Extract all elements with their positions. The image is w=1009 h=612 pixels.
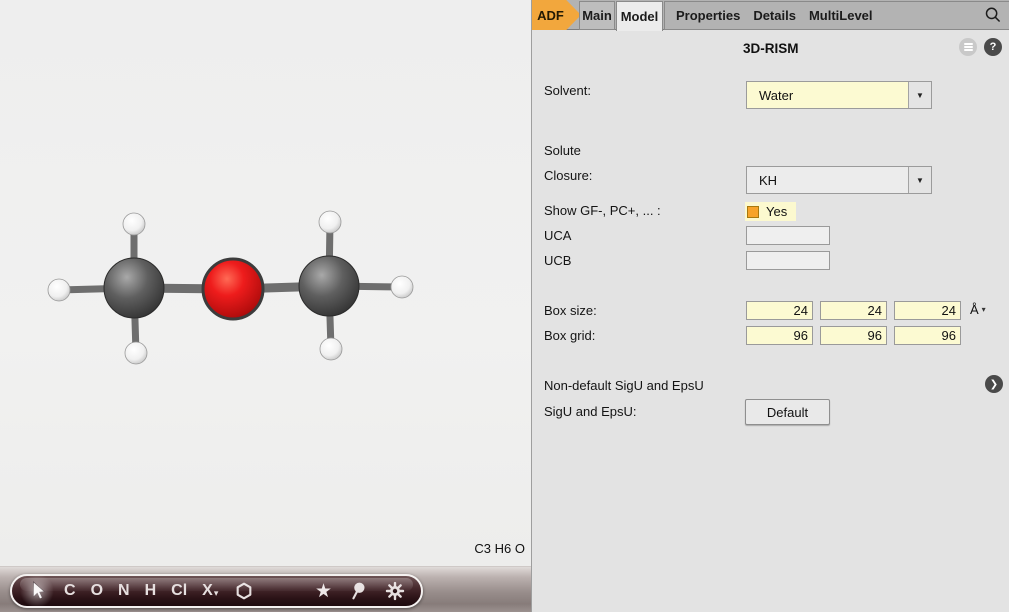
show-gf-checkbox[interactable]: Yes (745, 202, 796, 221)
solute-section-label: Solute (544, 142, 581, 160)
solvent-label: Solvent: (544, 82, 591, 100)
tab-bar: ADF Main Model Properties Details MultiL… (532, 0, 1009, 30)
gear-icon[interactable] (384, 580, 406, 602)
atom-carbon-button[interactable]: C (64, 583, 76, 599)
sigu-label: SigU and EpsU: (544, 403, 637, 421)
atom-chlorine-button[interactable]: Cl (171, 583, 187, 599)
box-grid-x-input[interactable] (746, 326, 813, 345)
nondefault-sigu-label: Non-default SigU and EpsU (544, 377, 704, 395)
closure-value: KH (747, 173, 908, 188)
uca-input[interactable] (746, 226, 830, 245)
oxygen-atom[interactable] (203, 259, 263, 319)
menu-button[interactable] (959, 38, 977, 56)
tab-group: Properties Details MultiLevel (664, 1, 1009, 30)
chevron-down-icon: ▾ (214, 588, 219, 599)
ucb-label: UCB (544, 252, 571, 270)
checkbox-value: Yes (766, 204, 787, 219)
molecule-3d-render[interactable] (0, 0, 531, 612)
star-icon[interactable]: ★ (315, 582, 332, 601)
box-size-label: Box size: (544, 302, 597, 320)
tab-details[interactable]: Details (753, 8, 796, 23)
search-icon[interactable] (983, 5, 1003, 25)
box-grid-y-input[interactable] (820, 326, 887, 345)
box-size-z-input[interactable] (894, 301, 961, 320)
tab-main[interactable]: Main (579, 1, 615, 30)
atom-hydrogen-button[interactable]: H (145, 583, 157, 599)
dropdown-arrow-icon[interactable]: ▼ (908, 167, 931, 193)
chevron-down-icon: ▾ (982, 305, 986, 314)
sigu-default-button[interactable]: Default (745, 399, 830, 425)
solvent-select[interactable]: Water ▼ (746, 81, 932, 109)
checkbox-checked-icon (747, 206, 759, 218)
molecule-viewport[interactable]: C3 H6 O C O N H Cl X ▾ (0, 0, 531, 612)
unit-label: Å (970, 302, 979, 317)
atom-oxygen-button[interactable]: O (91, 583, 103, 599)
hamburger-icon (964, 46, 973, 48)
molecular-formula: C3 H6 O (474, 541, 525, 556)
box-grid-z-input[interactable] (894, 326, 961, 345)
ucb-input[interactable] (746, 251, 830, 270)
balloon-icon[interactable] (347, 580, 369, 602)
page-title: 3D-RISM (743, 41, 799, 56)
atom-other-button[interactable]: X ▾ (202, 583, 218, 599)
settings-panel: ADF Main Model Properties Details MultiL… (531, 0, 1009, 612)
tab-properties[interactable]: Properties (676, 8, 740, 23)
show-gf-label: Show GF-, PC+, ... : (544, 202, 661, 220)
app-window: C3 H6 O C O N H Cl X ▾ (0, 0, 1009, 612)
atom-toolbar: C O N H Cl X ▾ ★ (10, 574, 423, 608)
unit-select[interactable]: Å ▾ (970, 302, 986, 317)
box-size-y-input[interactable] (820, 301, 887, 320)
closure-select[interactable]: KH ▼ (746, 166, 932, 194)
expand-chevron-button[interactable]: ❯ (985, 375, 1003, 393)
tab-adf[interactable]: ADF (532, 0, 581, 30)
tab-model[interactable]: Model (616, 1, 663, 31)
cursor-icon (27, 580, 49, 602)
help-button[interactable]: ? (984, 38, 1002, 56)
tab-multilevel[interactable]: MultiLevel (809, 8, 873, 23)
closure-label: Closure: (544, 167, 592, 185)
ring-tool-icon[interactable] (233, 580, 255, 602)
uca-label: UCA (544, 227, 571, 245)
solvent-value: Water (747, 88, 908, 103)
viewer-toolbar-strip: C O N H Cl X ▾ ★ (0, 566, 531, 612)
box-size-x-input[interactable] (746, 301, 813, 320)
box-grid-label: Box grid: (544, 327, 595, 345)
select-tool-button[interactable] (27, 580, 49, 602)
atom-nitrogen-button[interactable]: N (118, 583, 130, 599)
dropdown-arrow-icon[interactable]: ▼ (908, 82, 931, 108)
